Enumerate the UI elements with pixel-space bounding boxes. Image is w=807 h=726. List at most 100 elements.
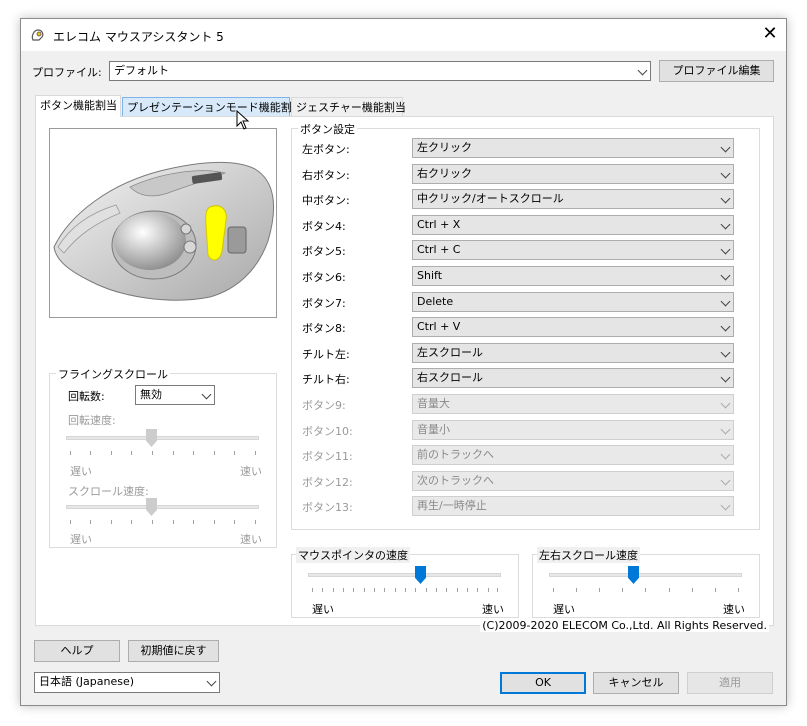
button-action-value: Ctrl + X	[417, 218, 461, 231]
rotation-select[interactable]: 無効	[135, 385, 215, 405]
hscroll-speed-group: 左右スクロール速度 遅い 速い	[532, 547, 760, 618]
button-row-label: ボタン11:	[302, 450, 353, 463]
button-action-select: 音量小	[412, 420, 734, 440]
button-action-select[interactable]: Ctrl + C	[412, 240, 734, 260]
profile-select[interactable]: デフォルト	[109, 61, 651, 81]
apply-button[interactable]: 適用	[687, 672, 773, 694]
window-title: エレコム マウスアシスタント 5	[53, 30, 224, 44]
reset-defaults-button[interactable]: 初期値に戻す	[128, 640, 219, 662]
chevron-down-icon	[720, 347, 731, 358]
tab-gesture[interactable]: ジェスチャー機能割当	[291, 97, 406, 117]
pointer-speed-ticks	[312, 588, 498, 592]
button-action-value: 再生/一時停止	[417, 499, 487, 512]
pointer-speed-group: マウスポインタの速度 遅い 速い	[291, 547, 519, 618]
profile-label: プロファイル:	[32, 66, 102, 79]
button-action-value: 左スクロール	[417, 346, 483, 359]
chevron-down-icon	[720, 219, 731, 230]
hscroll-slow-label: 遅い	[553, 603, 575, 616]
cancel-button[interactable]: キャンセル	[593, 672, 679, 694]
chevron-down-icon	[720, 142, 731, 153]
rotation-speed-label: 回転速度:	[68, 414, 116, 427]
mouse-image-frame	[49, 128, 277, 318]
button-row-label: 左ボタン:	[302, 143, 350, 156]
button-action-select[interactable]: Ctrl + V	[412, 317, 734, 337]
button-action-select[interactable]: 中クリック/オートスクロール	[412, 189, 734, 209]
button-action-value: 前のトラックへ	[417, 448, 494, 461]
button-row-label: ボタン10:	[302, 425, 353, 438]
language-select[interactable]: 日本語 (Japanese)	[34, 672, 220, 693]
button-action-select[interactable]: 左クリック	[412, 138, 734, 158]
chevron-down-icon	[720, 449, 731, 460]
button-row-label: チルト左:	[302, 348, 350, 361]
button-action-select: 再生/一時停止	[412, 496, 734, 516]
rotation-value: 無効	[140, 388, 162, 401]
hscroll-speed-slider[interactable]	[628, 566, 639, 584]
scroll-fast-label: 速い	[240, 533, 262, 546]
button-row-label: 右ボタン:	[302, 169, 350, 182]
button-row-label: チルト右:	[302, 373, 350, 386]
button-row-label: ボタン6:	[302, 271, 346, 284]
button-action-select: 次のトラックへ	[412, 471, 734, 491]
button-action-select[interactable]: 右スクロール	[412, 368, 734, 388]
profile-value: デフォルト	[114, 64, 169, 77]
close-button[interactable]: ✕	[754, 19, 786, 51]
flying-scroll-group: フライングスクロール 回転数: 無効 回転速度: 遅い 速い スクロール速度: …	[49, 366, 277, 548]
button-action-value: 中クリック/オートスクロール	[417, 192, 564, 205]
rotation-fast-label: 速い	[240, 465, 262, 478]
button-action-value: Ctrl + V	[417, 320, 461, 333]
button-action-value: 右クリック	[417, 167, 472, 180]
button-action-select[interactable]: 右クリック	[412, 164, 734, 184]
hscroll-speed-title: 左右スクロール速度	[537, 547, 640, 563]
scroll-speed-ticks	[70, 520, 256, 524]
chevron-down-icon	[720, 321, 731, 332]
chevron-down-icon	[720, 500, 731, 511]
scroll-speed-track	[66, 505, 259, 509]
help-button[interactable]: ヘルプ	[34, 640, 120, 662]
pointer-speed-title: マウスポインタの速度	[296, 547, 410, 563]
button-row-label: ボタン5:	[302, 245, 346, 258]
button-action-value: 次のトラックへ	[417, 474, 494, 487]
button-action-value: Ctrl + C	[417, 243, 461, 256]
chevron-down-icon	[206, 676, 217, 687]
copyright-text: (C)2009-2020 ELECOM Co.,Ltd. All Rights …	[480, 619, 769, 632]
tab-presentation-mode[interactable]: プレゼンテーションモード機能割当	[122, 97, 303, 117]
hscroll-speed-track	[549, 573, 742, 577]
pointer-speed-track	[308, 573, 501, 577]
button-settings-group: ボタン設定 左ボタン: 左クリック 右ボタン: 右クリック 中ボタン: 中クリック/オート…	[291, 121, 760, 530]
rotation-label: 回転数:	[68, 390, 105, 403]
rotation-speed-slider[interactable]	[146, 429, 157, 447]
button-action-select[interactable]: Delete	[412, 292, 734, 312]
pointer-fast-label: 速い	[482, 603, 504, 616]
button-action-select[interactable]: Shift	[412, 266, 734, 286]
button-action-select[interactable]: 左スクロール	[412, 343, 734, 363]
chevron-down-icon	[720, 193, 731, 204]
hscroll-speed-ticks	[553, 588, 739, 592]
button-action-value: 左クリック	[417, 141, 472, 154]
rotation-slow-label: 遅い	[70, 465, 92, 478]
button-row-label: ボタン13:	[302, 501, 353, 514]
ok-button[interactable]: OK	[500, 672, 586, 694]
chevron-down-icon	[720, 424, 731, 435]
button-action-select[interactable]: Ctrl + X	[412, 215, 734, 235]
button-action-select: 音量大	[412, 394, 734, 414]
scroll-speed-label: スクロール速度:	[68, 485, 149, 498]
pointer-speed-slider[interactable]	[415, 566, 426, 584]
button-action-value: 音量小	[417, 423, 450, 436]
scroll-speed-slider[interactable]	[146, 498, 157, 516]
close-icon: ✕	[762, 23, 778, 44]
mouse-cursor-icon	[236, 110, 250, 130]
tab-panel: フライングスクロール 回転数: 無効 回転速度: 遅い 速い スクロール速度: …	[35, 116, 774, 632]
button-row-label: ボタン8:	[302, 322, 346, 335]
button-settings-title: ボタン設定	[298, 121, 357, 137]
button-action-select: 前のトラックへ	[412, 445, 734, 465]
profile-edit-button[interactable]: プロファイル編集	[659, 60, 774, 82]
tab-button-assignment[interactable]: ボタン機能割当	[35, 95, 121, 117]
chevron-down-icon	[201, 389, 212, 400]
trackball-mouse-image	[53, 162, 275, 301]
button-row-label: ボタン12:	[302, 476, 353, 489]
hscroll-fast-label: 速い	[723, 603, 745, 616]
chevron-down-icon	[720, 398, 731, 409]
language-value: 日本語 (Japanese)	[39, 675, 135, 688]
title-bar: エレコム マウスアシスタント 5 ✕	[21, 19, 786, 51]
chevron-down-icon	[720, 372, 731, 383]
